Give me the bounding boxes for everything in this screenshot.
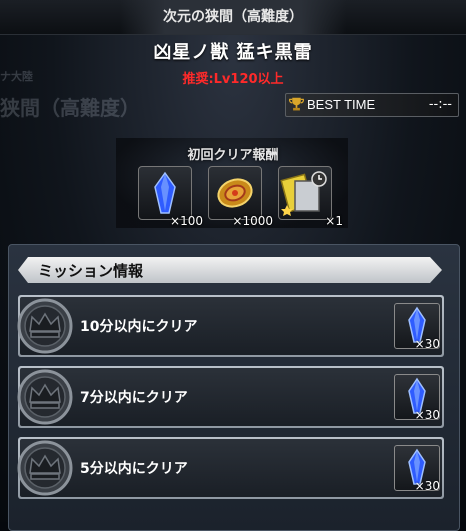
quest-name: 凶星ノ獣 猛キ黒雷 [153,42,313,63]
first-clear-reward[interactable]: ×100 [138,166,203,228]
mission-reward[interactable]: ×30 [394,374,440,422]
gold-medal-icon [217,178,253,208]
mission-row[interactable]: 5分以内にクリア ×30 [17,437,444,499]
reward-quantity: ×30 [414,479,440,493]
best-time-box: BEST TIME --:-- [285,93,459,117]
reward-quantity: ×30 [414,408,440,422]
mission-reward[interactable]: ×30 [394,445,440,493]
reward-quantity: ×1000 [232,214,273,228]
best-time-label: BEST TIME [307,97,376,112]
mission-row[interactable]: 10分以内にクリア ×30 [17,295,444,357]
first-clear-reward[interactable]: ×1 [278,166,343,228]
crown-emblem-icon [17,440,73,496]
mission-label: 5分以内にクリア [80,461,188,477]
recommended-level: 推奨:Lv120以上 [182,72,284,87]
summon-ticket-icon [280,171,327,216]
mission-header: ミッション情報 [18,257,442,283]
header-title: 次元の狭間（高難度） [163,9,303,25]
reward-quantity: ×30 [414,337,440,351]
mission-header-label: ミッション情報 [38,262,144,280]
mission-reward[interactable]: ×30 [394,303,440,351]
reward-quantity: ×100 [170,214,203,228]
mission-label: 10分以内にクリア [80,319,198,335]
reward-quantity: ×1 [325,214,343,228]
trophy-icon [288,97,305,111]
best-time-value: --:-- [428,97,452,112]
first-clear-reward[interactable]: ×1000 [208,166,273,228]
crown-emblem-icon [17,369,73,425]
blue-crystal-icon [154,171,176,214]
mission-label: 7分以内にクリア [80,390,188,406]
first-clear-label: 初回クリア報酬 [187,148,279,163]
background-ghost-text: 狭間（高難度） [0,96,140,120]
mission-row[interactable]: 7分以内にクリア ×30 [17,366,444,428]
crown-emblem-icon [17,298,73,354]
